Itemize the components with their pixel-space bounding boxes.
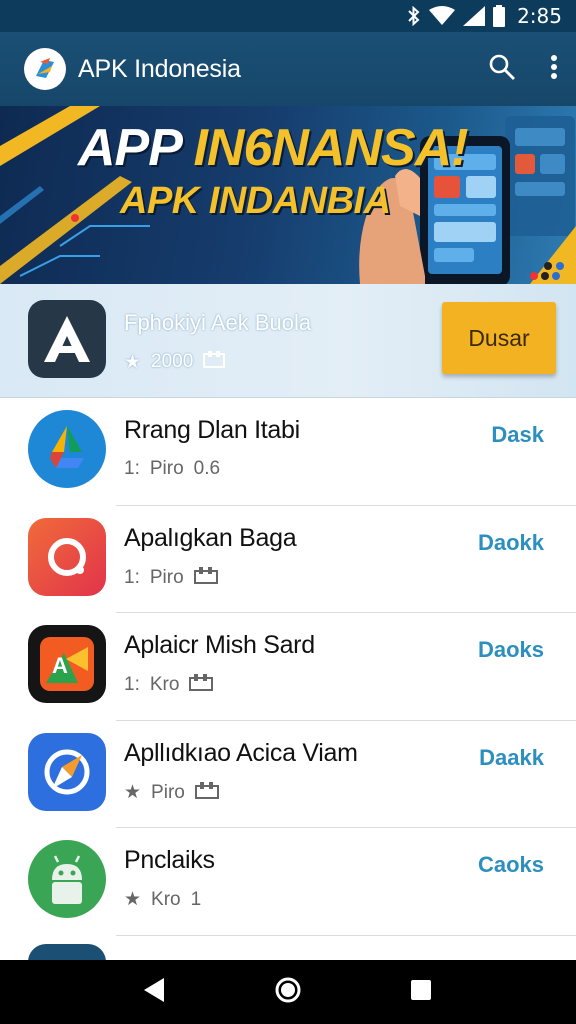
download-button[interactable]: Daakk (479, 745, 544, 771)
compass-icon (28, 732, 106, 811)
size-icon (193, 566, 218, 590)
drive-icon (28, 410, 106, 488)
download-button[interactable]: Dask (491, 422, 544, 448)
status-bar: 2:85 (0, 0, 576, 32)
download-button[interactable]: Daokk (478, 530, 544, 556)
star-icon: ★ (124, 782, 142, 803)
app-name: Aplaicr Mish Sard (124, 631, 315, 659)
ring-icon (28, 517, 106, 596)
status-time: 2:85 (517, 4, 562, 28)
letter-a-icon (28, 300, 106, 378)
app-name: Pnclaiks (124, 846, 215, 874)
app-meta: ★ Kro 1 (124, 888, 202, 911)
star-icon: ★ (124, 351, 142, 373)
app-logo-icon[interactable] (24, 48, 66, 90)
star-icon: ★ (124, 889, 142, 910)
download-size-icon (203, 350, 226, 374)
download-button[interactable]: Daoks (478, 637, 544, 663)
list-item-partial[interactable] (0, 936, 576, 960)
app-name: Rrang Dlan Itabi (124, 416, 300, 444)
system-nav-bar (0, 960, 576, 1024)
promo-banner[interactable]: APP IN6NANSA! APK INDANBIA (0, 106, 576, 284)
recents-icon[interactable] (410, 979, 432, 1006)
bluetooth-icon (407, 6, 421, 26)
featured-app-name: Fphokiyi Aek Buola (124, 310, 312, 335)
app-icon (28, 944, 106, 960)
size-icon (194, 781, 219, 805)
list-item[interactable]: Apalıgkan Baga 1: Piro Daokk (0, 506, 576, 613)
featured-app[interactable]: Fphokiyi Aek Buola ★ 2000 Dusar (0, 284, 576, 398)
search-icon[interactable] (488, 53, 516, 86)
wifi-icon (429, 6, 456, 26)
featured-app-meta: ★ 2000 (124, 350, 226, 374)
banner-subheadline: APK INDANBIA (120, 180, 391, 222)
app-list: Rrang Dlan Itabi 1: Piro 0.6 Dask Apalıg… (0, 398, 576, 936)
back-icon[interactable] (144, 977, 166, 1007)
list-item[interactable]: A Aplaicr Mish Sard 1: Kro Daoks (0, 613, 576, 721)
svg-text:A: A (52, 653, 68, 678)
app-bar: APK Indonesia (0, 32, 576, 106)
download-button[interactable]: Caoks (478, 852, 544, 878)
size-icon (189, 673, 214, 697)
signal-icon (463, 6, 486, 26)
app-name: Apllıdkıao Acica Viam (124, 738, 358, 767)
battery-icon (493, 5, 506, 27)
featured-rating: 2000 (151, 351, 194, 372)
app-meta: ★ Piro (124, 781, 219, 805)
home-icon[interactable] (274, 976, 302, 1009)
android-icon (28, 840, 106, 918)
app-name: Apalıgkan Baga (124, 523, 297, 552)
list-item[interactable]: Rrang Dlan Itabi 1: Piro 0.6 Dask (0, 398, 576, 506)
app-meta: 1: Piro (124, 566, 218, 590)
featured-download-button[interactable]: Dusar (442, 302, 556, 374)
more-vert-icon[interactable] (550, 54, 558, 85)
banner-headline: APP IN6NANSA! (78, 119, 469, 177)
gallery-icon: A (28, 625, 106, 703)
app-meta: 1: Piro 0.6 (124, 458, 221, 479)
list-item[interactable]: Pnclaiks ★ Kro 1 Caoks (0, 828, 576, 936)
list-item[interactable]: Apllıdkıao Acica Viam ★ Piro Daakk (0, 721, 576, 828)
app-meta: 1: Kro (124, 673, 214, 697)
app-title: APK Indonesia (78, 54, 241, 83)
